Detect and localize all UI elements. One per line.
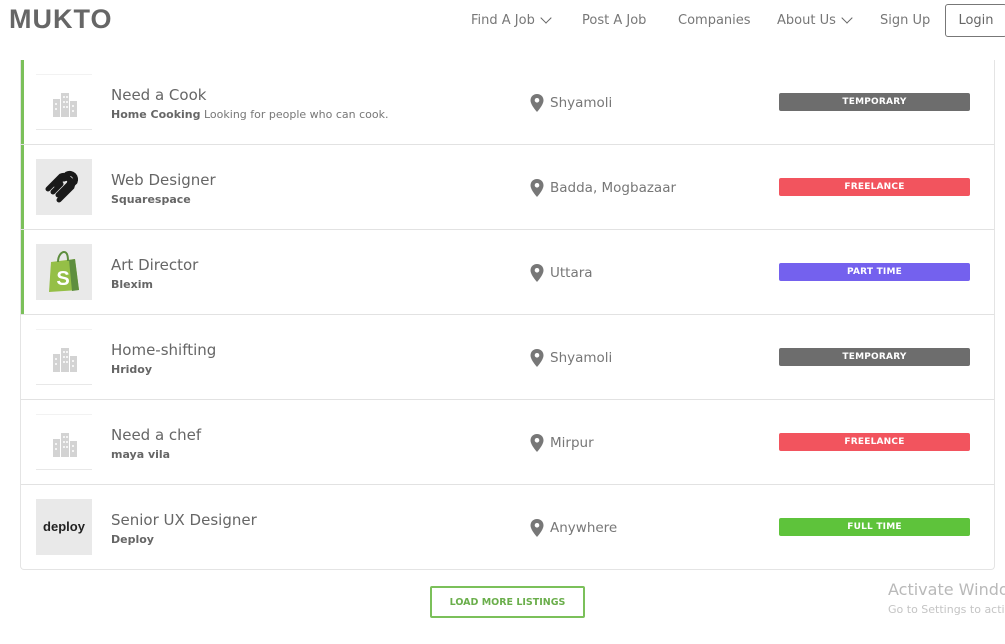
activate-windows-watermark: Activate Windo [888,580,1005,599]
job-type-badge: PART TIME [779,263,970,281]
job-location: Badda, Mogbazaar [530,179,676,197]
company-name: Deploy [111,533,154,546]
load-more-listings-button[interactable]: LOAD MORE LISTINGS [430,586,585,618]
job-title: Web Designer [111,171,216,189]
login-button[interactable]: Login [945,4,1005,37]
deploy-logo: deploy [43,519,86,534]
squarespace-logo [45,170,79,203]
chevron-down-icon [540,12,552,24]
location-pin-icon [530,349,544,367]
nav-about-us[interactable]: About Us [777,12,853,28]
location-pin-icon [530,434,544,452]
job-type-badge: FULL TIME [779,518,970,536]
job-location: Uttara [530,264,593,282]
activate-windows-hint: Go to Settings to acti [888,603,1005,616]
job-listing-row[interactable]: Need a Cook Home Cooking Looking for peo… [21,60,994,145]
job-type-badge: TEMPORARY [779,348,970,366]
company-logo [36,329,92,385]
nav-sign-up[interactable]: Sign Up [880,13,930,28]
site-header: MUKTO Find A Job Post A Job Companies Ab… [0,0,1005,46]
company-logo: deploy [36,499,92,555]
job-listings: Need a Cook Home Cooking Looking for peo… [20,60,995,570]
job-location: Mirpur [530,434,594,452]
nav-find-job-label: Find A Job [471,13,535,28]
job-listing-row[interactable]: Web Designer Squarespace Badda, Mogbazaa… [21,145,994,230]
chevron-down-icon [841,12,853,24]
company-logo [36,414,92,470]
job-title: Senior UX Designer [111,511,257,529]
company-name: Squarespace [111,193,191,206]
job-listing-row[interactable]: Home-shifting Hridoy Shyamoli TEMPORARY [21,315,994,400]
job-location: Shyamoli [530,349,612,367]
company-logo: S [36,244,92,300]
job-subtitle: Hridoy [111,363,152,376]
job-title: Need a chef [111,426,202,444]
job-location-text: Mirpur [550,435,594,451]
location-pin-icon [530,519,544,537]
job-listing-row[interactable]: Need a chef maya vila Mirpur FREELANCE [21,400,994,485]
job-type-badge: FREELANCE [779,178,970,196]
job-subtitle: Squarespace [111,193,191,206]
company-name: Home Cooking [111,108,201,121]
company-name: Hridoy [111,363,153,376]
job-subtitle: Home Cooking Looking for people who can … [111,108,389,121]
nav-find-job[interactable]: Find A Job [471,12,552,28]
job-description: Looking for people who can cook. [204,108,389,121]
nav-sign-up-label: Sign Up [880,13,931,28]
job-listing-row[interactable]: deploy Senior UX Designer Deploy Anywher… [21,485,994,570]
company-logo [36,159,92,215]
job-location-text: Anywhere [550,520,618,536]
building-icon [53,433,77,457]
location-pin-icon [530,179,544,197]
job-location-text: Badda, Mogbazaar [550,180,677,196]
job-location: Anywhere [530,519,617,537]
nav-post-job[interactable]: Post A Job [582,13,646,28]
deploy-logo-text: deploy [43,519,86,534]
job-title: Home-shifting [111,341,217,359]
location-pin-icon [530,94,544,112]
svg-text:S: S [56,268,69,290]
job-location-text: Shyamoli [550,95,613,111]
job-location-text: Uttara [550,265,593,281]
nav-about-us-label: About Us [777,13,836,28]
nav-companies-label: Companies [678,13,751,28]
job-location: Shyamoli [530,94,612,112]
site-logo[interactable]: MUKTO [9,4,113,35]
building-icon [53,348,77,372]
job-type-badge: FREELANCE [779,433,970,451]
job-subtitle: Deploy [111,533,154,546]
location-pin-icon [530,264,544,282]
company-logo [36,74,92,130]
job-title: Need a Cook [111,86,207,104]
company-name: maya vila [111,448,171,461]
job-subtitle: Blexim [111,278,153,291]
building-icon [53,93,77,117]
job-subtitle: maya vila [111,448,170,461]
company-name: Blexim [111,278,153,291]
nav-companies[interactable]: Companies [678,13,751,28]
shopify-bag-logo: S [49,250,79,292]
job-listing-row[interactable]: S Art Director Blexim Uttara PART TIME [21,230,994,315]
nav-post-job-label: Post A Job [582,13,647,28]
job-title: Art Director [111,256,199,274]
job-type-badge: TEMPORARY [779,93,970,111]
job-location-text: Shyamoli [550,350,613,366]
